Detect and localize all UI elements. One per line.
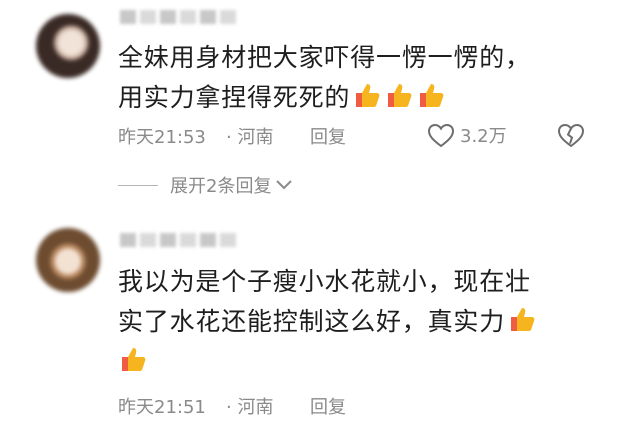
thumbs-up-emoji-icon xyxy=(416,80,446,110)
comment-time: 昨天21:51 xyxy=(118,397,206,418)
comment-location: · 河南 xyxy=(226,127,274,148)
avatar[interactable] xyxy=(36,228,100,292)
comment-location: · 河南 xyxy=(226,397,274,418)
reply-button[interactable]: 回复 xyxy=(310,393,346,419)
heart-outline-icon xyxy=(427,123,455,148)
chevron-down-icon xyxy=(276,180,293,190)
expand-replies-label: 展开2条回复 xyxy=(170,176,272,197)
divider xyxy=(118,184,158,186)
username-blurred[interactable] xyxy=(120,10,236,28)
comment-text-line: 全妹用身材把大家吓得一愣一愣的， xyxy=(118,43,531,72)
username-blurred[interactable] xyxy=(120,233,236,251)
expand-replies-button[interactable]: 展开2条回复 xyxy=(118,173,293,197)
comment-text: 全妹用身材把大家吓得一愣一愣的， 用实力拿捏得死死的 xyxy=(118,38,588,118)
thumbs-up-emoji-icon xyxy=(384,80,414,110)
comment-text-line: 我以为是个子瘦小水花就小，现在壮 xyxy=(118,267,531,296)
thumbs-up-emoji-icon xyxy=(507,304,537,334)
thumbs-up-emoji-icon xyxy=(118,344,148,374)
comment-meta: 昨天21:53 · 河南 回复 3.2万 xyxy=(118,123,598,151)
comment-item: 我以为是个子瘦小水花就小，现在壮 实了水花还能控制这么好，真实力 昨天21:51… xyxy=(0,215,640,418)
comment-item: 全妹用身材把大家吓得一愣一愣的， 用实力拿捏得死死的 昨天21:53 · 河南 … xyxy=(0,0,640,215)
dislike-button[interactable] xyxy=(556,121,586,154)
thumbs-up-emoji-icon xyxy=(352,80,382,110)
broken-heart-icon xyxy=(557,123,585,148)
comment-text-line: 实了水花还能控制这么好，真实力 xyxy=(118,307,506,336)
avatar[interactable] xyxy=(36,14,100,78)
like-count: 3.2万 xyxy=(460,126,507,147)
comment-text-line: 用实力拿捏得死死的 xyxy=(118,83,351,112)
like-button[interactable]: 3.2万 xyxy=(426,121,507,149)
reply-button[interactable]: 回复 xyxy=(310,123,346,149)
comment-time: 昨天21:53 xyxy=(118,127,206,148)
comment-text: 我以为是个子瘦小水花就小，现在壮 实了水花还能控制这么好，真实力 xyxy=(118,262,588,382)
comment-meta: 昨天21:51 · 河南 回复 xyxy=(118,393,598,421)
